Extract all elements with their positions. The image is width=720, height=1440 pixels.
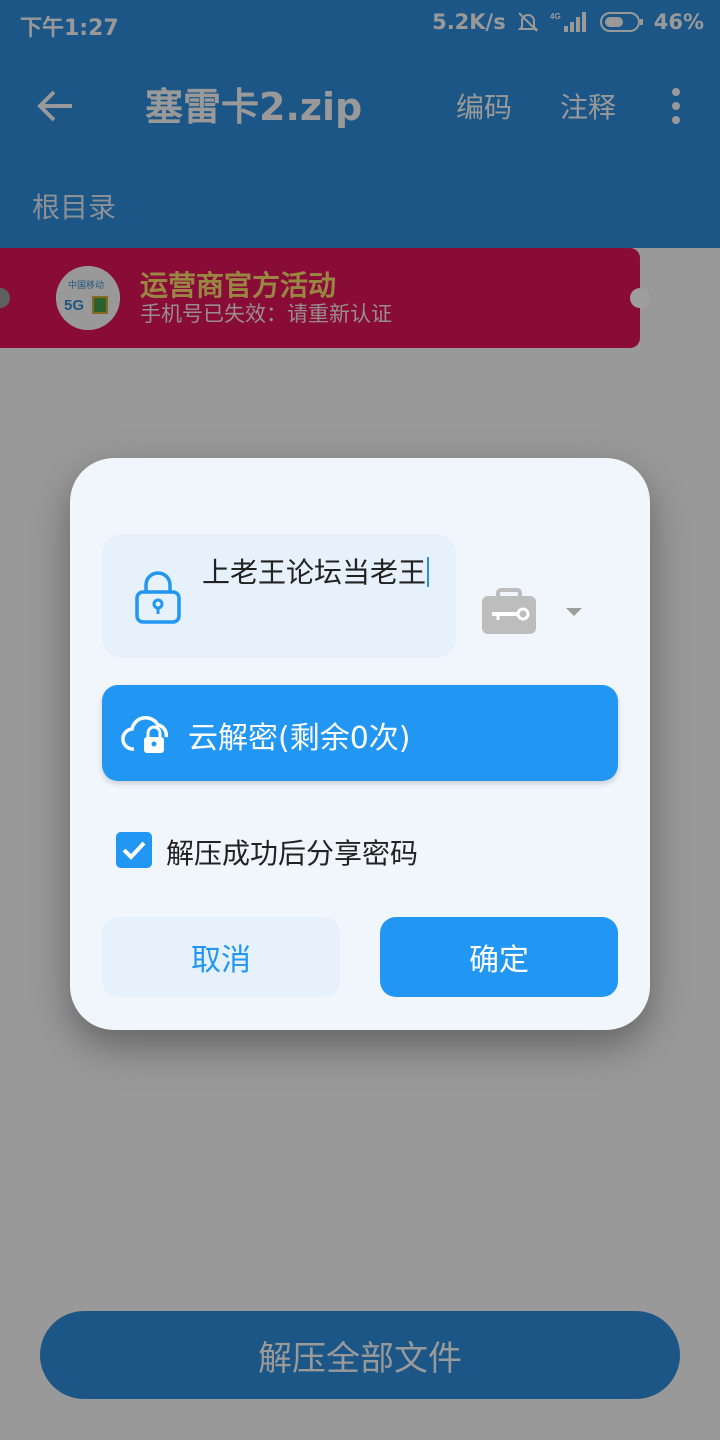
banner-notch	[630, 288, 650, 308]
password-dialog: 上老王论坛当老王 云解密(剩余0次) 解压成功后分享密码 取消 确定	[70, 458, 650, 1030]
cancel-button[interactable]: 取消	[102, 917, 340, 997]
chevron-down-icon[interactable]	[564, 606, 584, 618]
cloud-decrypt-button[interactable]: 云解密(剩余0次)	[102, 685, 618, 781]
lock-icon	[135, 571, 181, 624]
cloud-lock-icon	[121, 716, 168, 753]
cloud-decrypt-label: 云解密(剩余0次)	[188, 721, 411, 756]
share-password-label[interactable]: 解压成功后分享密码	[166, 832, 418, 872]
password-field[interactable]: 上老王论坛当老王	[102, 534, 456, 658]
key-case-icon[interactable]	[480, 588, 538, 636]
share-password-checkbox[interactable]	[116, 832, 152, 868]
password-value: 上老王论坛当老王	[202, 556, 427, 589]
password-input[interactable]: 上老王论坛当老王	[202, 554, 432, 592]
ok-button[interactable]: 确定	[380, 917, 618, 997]
text-cursor	[427, 557, 430, 587]
